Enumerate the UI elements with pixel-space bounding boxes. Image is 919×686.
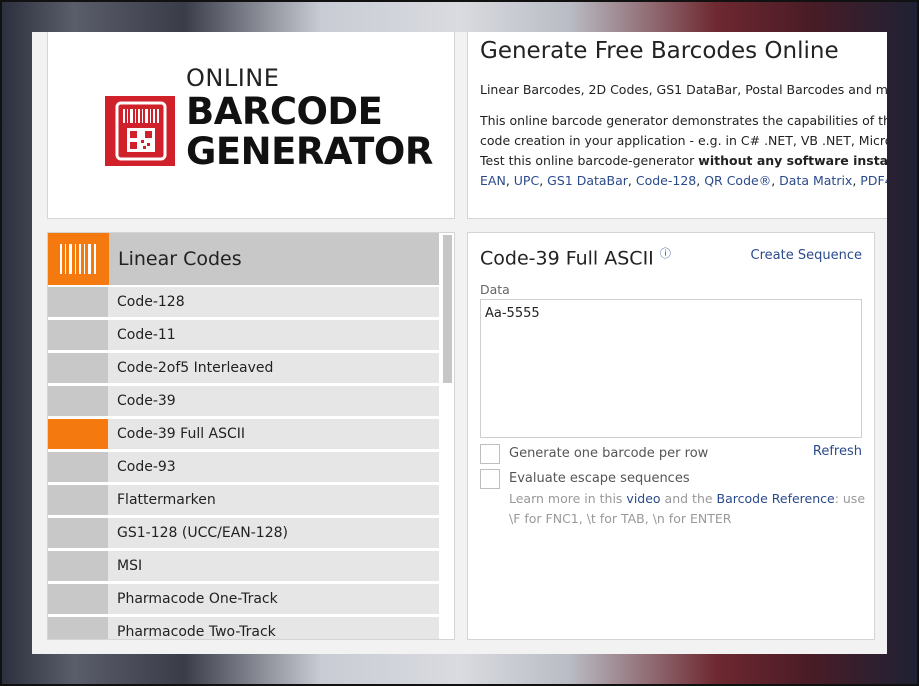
intro-paragraph-text: Test this online barcode-generator [480, 153, 699, 168]
link-data-matrix[interactable]: Data Matrix [779, 173, 852, 188]
link-code-128[interactable]: Code-128 [636, 173, 696, 188]
intro-paragraph-line-3: Test this online barcode-generator witho… [480, 153, 887, 168]
intro-subtitle: Linear Barcodes, 2D Codes, GS1 DataBar, … [480, 82, 887, 97]
list-item-label: Flattermarken [117, 492, 216, 508]
hint-text: : use [834, 491, 866, 506]
link-qr-code[interactable]: QR Code® [704, 173, 771, 188]
form-title-text: Code-39 Full ASCII [480, 247, 654, 270]
form-title: Code-39 Full ASCII ⓘ [480, 245, 671, 269]
page: ONLINE BARCODE GENERATOR Generate Free B… [32, 32, 887, 654]
barcode-form-panel: Code-39 Full ASCII ⓘ Create Sequence Dat… [467, 232, 875, 640]
category-header[interactable]: Linear Codes [48, 233, 439, 285]
list-item-label: GS1-128 (UCC/EAN-128) [117, 525, 288, 541]
list-scrollbar-thumb[interactable] [443, 235, 452, 383]
list-item-label: Code-128 [117, 294, 185, 310]
item-swatch [48, 518, 108, 548]
intro-paragraph-line-1: This online barcode generator demonstrat… [480, 113, 887, 128]
category-label: Linear Codes [118, 248, 242, 270]
create-sequence-link[interactable]: Create Sequence [751, 248, 862, 263]
list-item[interactable]: Pharmacode One-Track [48, 584, 439, 614]
list-item-label: Pharmacode One-Track [117, 591, 278, 607]
list-item-label: MSI [117, 558, 143, 574]
barcode-type-list: Linear Codes Code-128 Code-11 Code-2of5 In… [47, 232, 455, 640]
list-item[interactable]: Pharmacode Two-Track [48, 617, 439, 640]
intro-paragraph-line-2: code creation in your application - e.g.… [480, 133, 887, 148]
escape-sequences-label[interactable]: Evaluate escape sequences [509, 471, 690, 486]
escape-hint-line-1: Learn more in this video and the Barcode… [509, 491, 865, 506]
list-item[interactable]: Code-93 [48, 452, 439, 482]
linear-barcode-icon [48, 233, 109, 285]
list-item-label: Code-39 [117, 393, 176, 409]
logo-panel: ONLINE BARCODE GENERATOR [47, 32, 455, 219]
barcode-logo-icon[interactable] [105, 96, 175, 166]
logo-online-text: ONLINE [186, 64, 280, 92]
hint-text: Learn more in this [509, 491, 627, 506]
list-item[interactable]: MSI [48, 551, 439, 581]
info-icon[interactable]: ⓘ [660, 247, 671, 260]
item-swatch [48, 617, 108, 639]
link-gs1-databar[interactable]: GS1 DataBar [547, 173, 628, 188]
list-item-label: Code-93 [117, 459, 176, 475]
item-swatch [48, 386, 108, 416]
list-item[interactable]: Flattermarken [48, 485, 439, 515]
item-swatch [48, 584, 108, 614]
list-item[interactable]: GS1-128 (UCC/EAN-128) [48, 518, 439, 548]
item-swatch [48, 452, 108, 482]
list-scrollbar[interactable] [440, 233, 454, 639]
logo-wordmark[interactable]: ONLINE BARCODE GENERATOR [186, 64, 433, 172]
logo-generator-text: GENERATOR [186, 130, 433, 173]
list-item[interactable]: Code-11 [48, 320, 439, 350]
data-input[interactable] [480, 299, 862, 438]
escape-sequences-checkbox[interactable] [480, 469, 500, 489]
item-swatch [48, 485, 108, 515]
link-upc[interactable]: UPC [514, 173, 539, 188]
logo-barcode-text: BARCODE [186, 90, 383, 133]
escape-hint-line-2: \F for FNC1, \t for TAB, \n for ENTER [509, 511, 732, 526]
barcode-reference-link[interactable]: Barcode Reference [717, 491, 835, 506]
item-swatch [48, 551, 108, 581]
link-ean[interactable]: EAN [480, 173, 506, 188]
one-barcode-per-row-label[interactable]: Generate one barcode per row [509, 446, 708, 461]
video-link[interactable]: video [626, 491, 660, 506]
item-swatch [48, 353, 108, 383]
hint-text: and the [660, 491, 717, 506]
item-swatch [48, 320, 108, 350]
list-item[interactable]: Code-2of5 Interleaved [48, 353, 439, 383]
refresh-link[interactable]: Refresh [813, 444, 862, 459]
list-item-label: Code-2of5 Interleaved [117, 360, 274, 376]
list-item-label: Code-39 Full ASCII [117, 426, 246, 442]
intro-panel: Generate Free Barcodes Online Linear Bar… [467, 32, 887, 219]
list-item[interactable]: Code-128 [48, 287, 439, 317]
symbology-links: EAN, UPC, GS1 DataBar, Code-128, QR Code… [480, 173, 887, 188]
item-swatch [48, 287, 108, 317]
page-title: Generate Free Barcodes Online [480, 38, 839, 64]
intro-paragraph-bold: without any software installati [698, 153, 887, 168]
list-item-label: Code-11 [117, 327, 176, 343]
list-item[interactable]: Code-39 Full ASCII [48, 419, 439, 449]
data-label: Data [480, 282, 510, 297]
link-pdf417[interactable]: PDF417 [860, 173, 887, 188]
selected-indicator [48, 419, 108, 449]
one-barcode-per-row-checkbox[interactable] [480, 444, 500, 464]
list-item[interactable]: Code-39 [48, 386, 439, 416]
list-item-label: Pharmacode Two-Track [117, 624, 276, 640]
